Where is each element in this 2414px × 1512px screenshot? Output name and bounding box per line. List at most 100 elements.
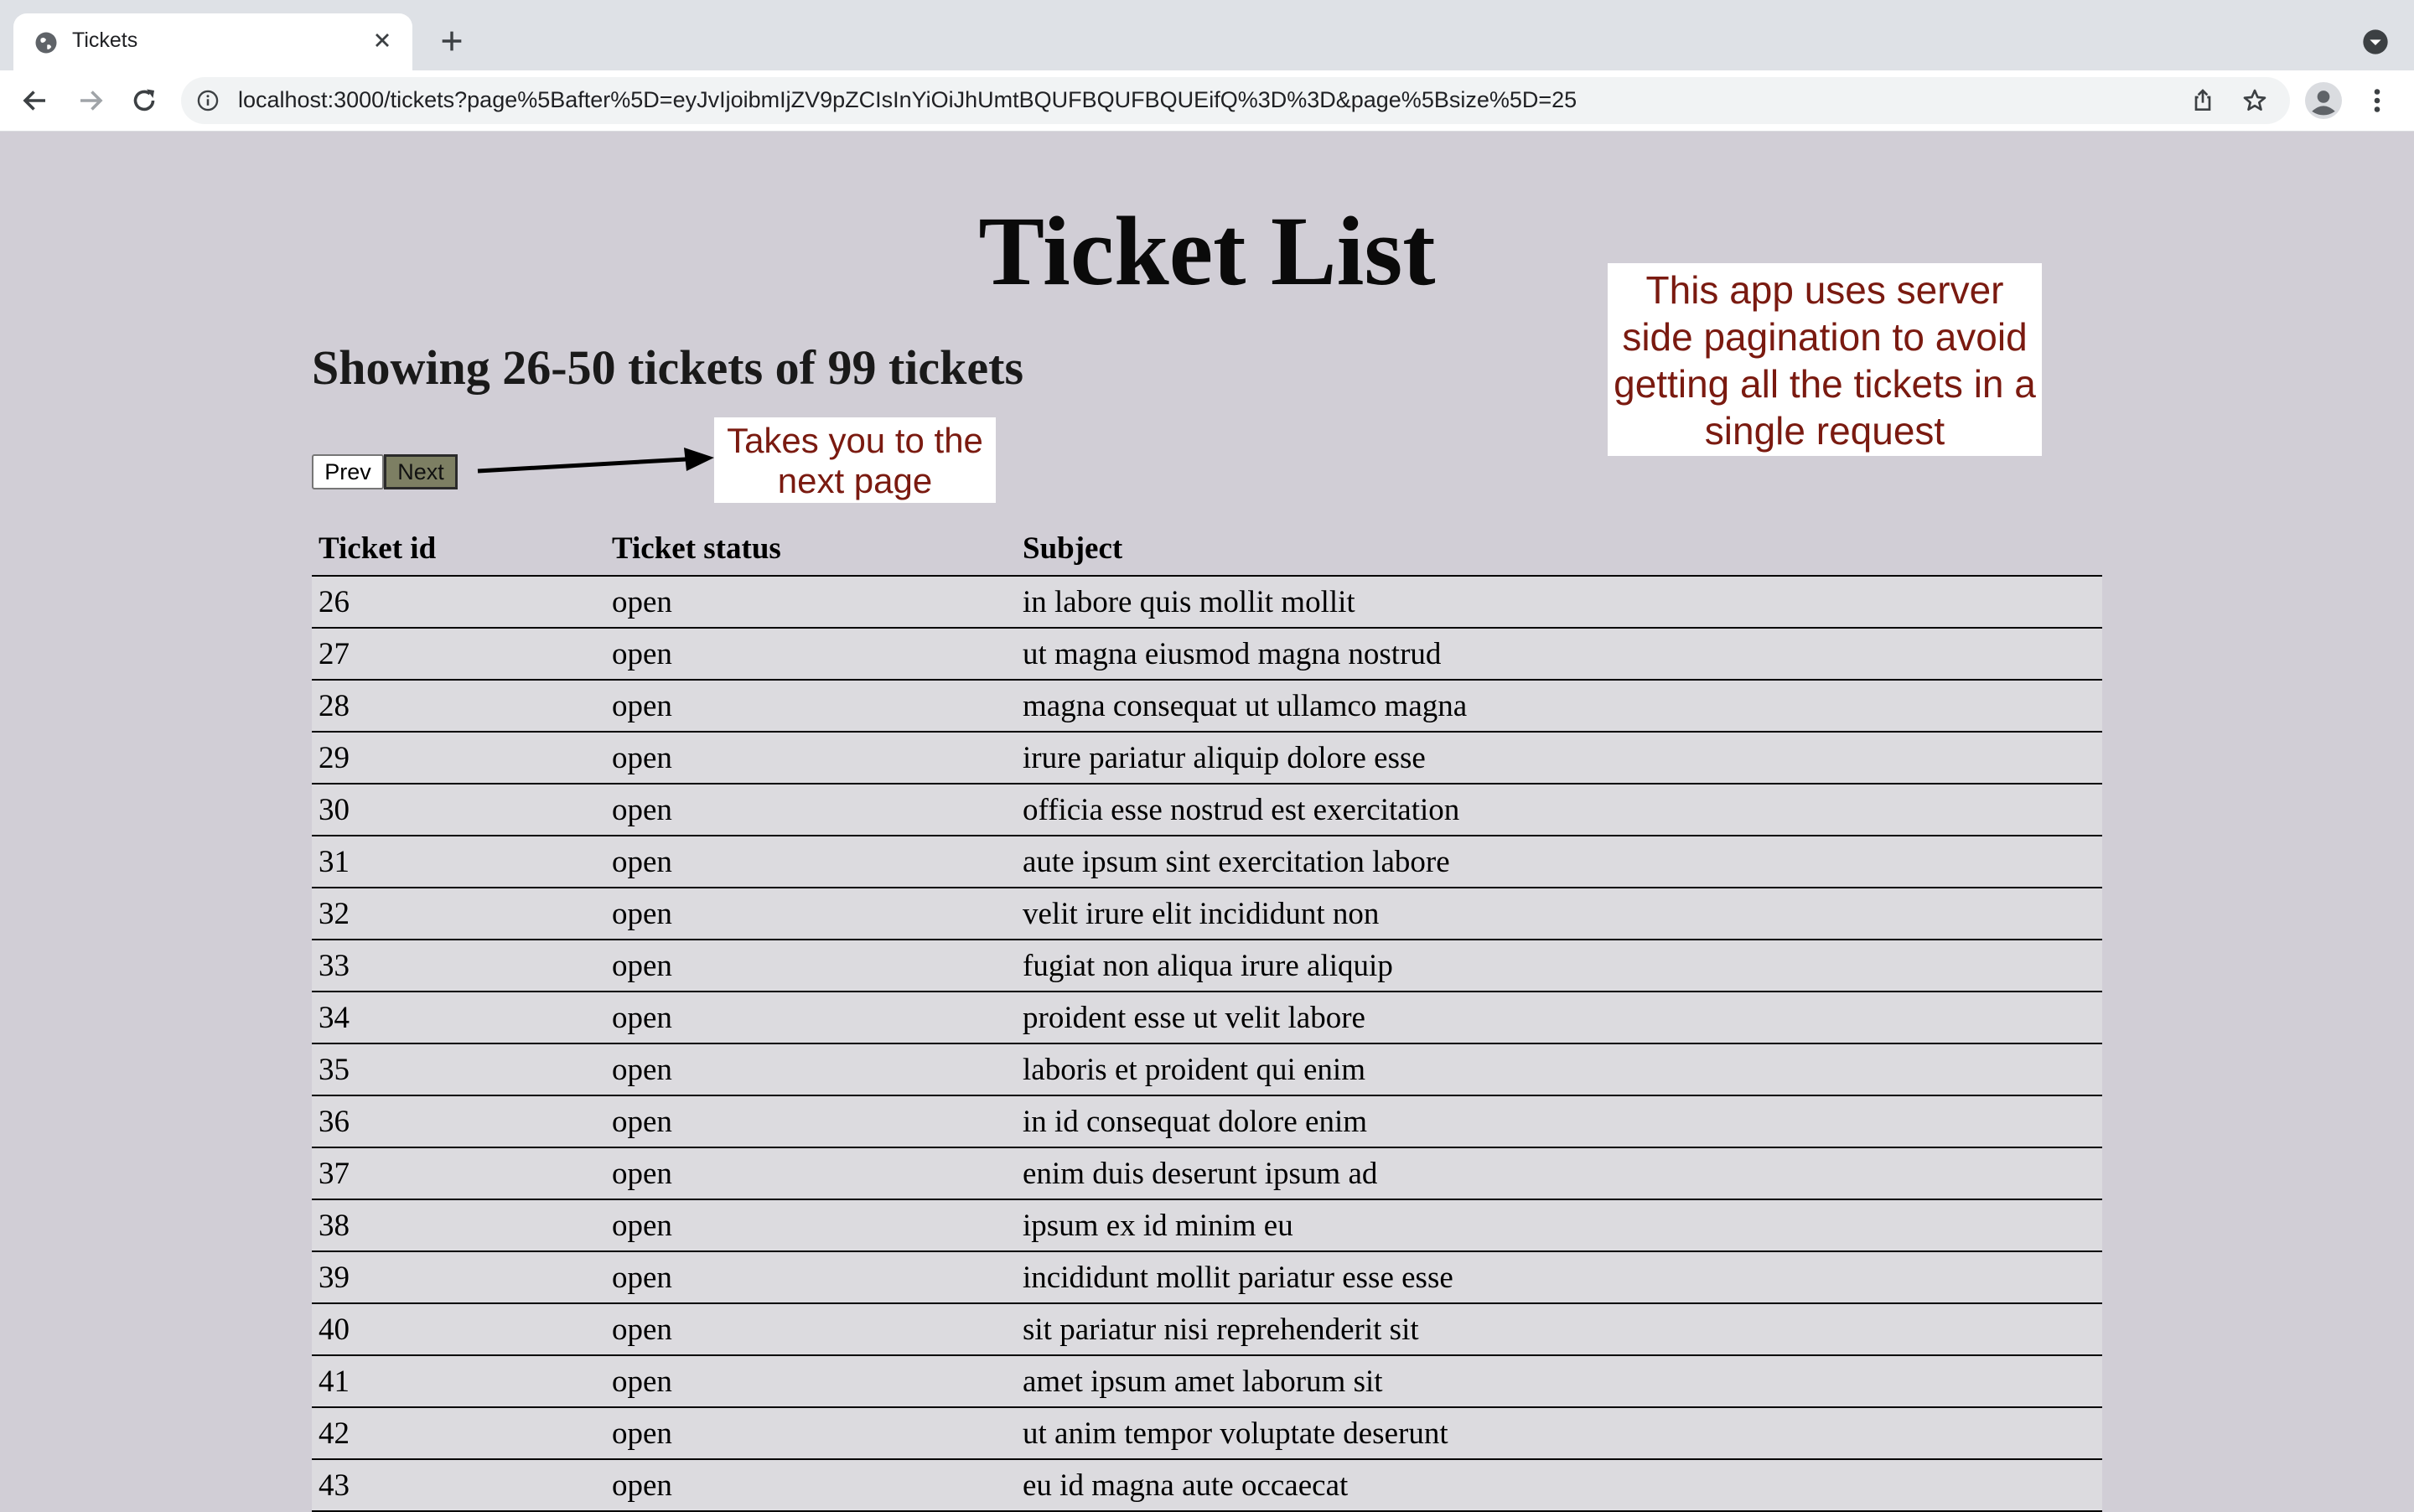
browser-tab[interactable]: Tickets [13, 13, 412, 70]
table-row: 39 open incididunt mollit pariatur esse es… [312, 1251, 2102, 1304]
ticket-status-cell: open [605, 992, 1016, 1044]
table-row: 33 open fugiat non aliqua irure aliquip [312, 940, 2102, 992]
star-icon[interactable] [2241, 87, 2268, 114]
ticket-subject-cell: ut magna eiusmod magna nostrud [1016, 628, 2102, 681]
ticket-subject-cell: ipsum ex id minim eu [1016, 1199, 2102, 1252]
more-icon[interactable] [2365, 85, 2389, 116]
ticket-subject-cell: incididunt mollit pariatur esse esse [1016, 1251, 2102, 1304]
back-icon[interactable] [20, 85, 50, 116]
ticket-id-cell: 43 [312, 1459, 605, 1512]
table-row: 42 open ut anim tempor voluptate deserunt [312, 1407, 2102, 1460]
ticket-id-cell: 28 [312, 680, 605, 733]
ticket-id-cell: 37 [312, 1147, 605, 1200]
ticket-status-cell: open [605, 940, 1016, 992]
ticket-id-cell: 34 [312, 992, 605, 1044]
ticket-id-cell: 42 [312, 1407, 605, 1460]
tickets-table: Ticket id Ticket status Subject 26 open in… [312, 521, 2102, 1512]
share-icon[interactable] [2189, 87, 2216, 114]
globe-icon [35, 32, 57, 54]
ticket-status-cell: open [605, 1199, 1016, 1252]
table-row: 36 open in id consequat dolore enim [312, 1095, 2102, 1148]
ticket-id-cell: 40 [312, 1303, 605, 1356]
ticket-id-cell: 39 [312, 1251, 605, 1304]
ticket-subject-cell: eu id magna aute occaecat [1016, 1459, 2102, 1512]
ticket-subject-cell: fugiat non aliqua irure aliquip [1016, 940, 2102, 992]
table-row: 37 open enim duis deserunt ipsum ad [312, 1147, 2102, 1200]
column-header: Ticket id [312, 521, 605, 577]
ticket-subject-cell: ut anim tempor voluptate deserunt [1016, 1407, 2102, 1460]
info-icon[interactable] [196, 89, 220, 112]
ticket-subject-cell: enim duis deserunt ipsum ad [1016, 1147, 2102, 1200]
table-row: 41 open amet ipsum amet laborum sit [312, 1355, 2102, 1408]
table-row: 35 open laboris et proident qui enim [312, 1043, 2102, 1096]
column-header: Subject [1016, 521, 2102, 577]
ticket-status-cell: open [605, 784, 1016, 836]
table-row: 31 open aute ipsum sint exercitation labor… [312, 836, 2102, 888]
ticket-id-cell: 35 [312, 1043, 605, 1096]
page-title: Ticket List [978, 196, 1436, 306]
profile-icon[interactable] [2305, 82, 2342, 119]
table-row: 28 open magna consequat ut ullamco magna [312, 680, 2102, 733]
ticket-id-cell: 33 [312, 940, 605, 992]
ticket-subject-cell: in labore quis mollit mollit [1016, 576, 2102, 629]
browser-toolbar: localhost:3000/tickets?page%5Bafter%5D=e… [0, 70, 2414, 132]
ticket-status-cell: open [605, 1303, 1016, 1356]
showing-count: Showing 26-50 tickets of 99 tickets [312, 340, 1024, 395]
ticket-subject-cell: velit irure elit incididunt non [1016, 888, 2102, 940]
ticket-id-cell: 27 [312, 628, 605, 681]
ticket-status-cell: open [605, 1095, 1016, 1148]
table-row: 32 open velit irure elit incididunt non [312, 888, 2102, 940]
ticket-subject-cell: amet ipsum amet laborum sit [1016, 1355, 2102, 1408]
table-row: 43 open eu id magna aute occaecat [312, 1459, 2102, 1512]
ticket-id-cell: 26 [312, 576, 605, 629]
tab-search-icon[interactable] [2362, 28, 2389, 55]
ticket-subject-cell: in id consequat dolore enim [1016, 1095, 2102, 1148]
ticket-status-cell: open [605, 1459, 1016, 1512]
next-page-callout: Takes you to the next page [714, 417, 996, 503]
ticket-status-cell: open [605, 1251, 1016, 1304]
table-row: 26 open in labore quis mollit mollit [312, 576, 2102, 629]
ticket-id-cell: 30 [312, 784, 605, 836]
plus-icon[interactable] [438, 27, 466, 55]
ticket-status-cell: open [605, 680, 1016, 733]
ticket-subject-cell: laboris et proident qui enim [1016, 1043, 2102, 1096]
ticket-subject-cell: officia esse nostrud est exercitation [1016, 784, 2102, 836]
ticket-status-cell: open [605, 1355, 1016, 1408]
tickets-table-body: 26 open in labore quis mollit mollit 27 open… [312, 576, 2102, 1512]
table-row: 40 open sit pariatur nisi reprehenderit si… [312, 1303, 2102, 1356]
ticket-subject-cell: sit pariatur nisi reprehenderit sit [1016, 1303, 2102, 1356]
ticket-status-cell: open [605, 576, 1016, 629]
address-bar[interactable]: localhost:3000/tickets?page%5Bafter%5D=e… [181, 77, 2290, 124]
server-pagination-callout: This app uses server side pagination to … [1608, 263, 2042, 456]
table-row: 29 open irure pariatur aliquip dolore esse [312, 732, 2102, 784]
table-row: 34 open proident esse ut velit labore [312, 992, 2102, 1044]
table-row: 38 open ipsum ex id minim eu [312, 1199, 2102, 1252]
column-header: Ticket status [605, 521, 1016, 577]
ticket-id-cell: 32 [312, 888, 605, 940]
table-row: 30 open officia esse nostrud est exercitat… [312, 784, 2102, 836]
table-header-row: Ticket id Ticket status Subject [312, 521, 2102, 577]
ticket-subject-cell: proident esse ut velit labore [1016, 992, 2102, 1044]
ticket-subject-cell: irure pariatur aliquip dolore esse [1016, 732, 2102, 784]
ticket-subject-cell: aute ipsum sint exercitation labore [1016, 836, 2102, 888]
ticket-status-cell: open [605, 1147, 1016, 1200]
ticket-status-cell: open [605, 836, 1016, 888]
ticket-status-cell: open [605, 732, 1016, 784]
ticket-id-cell: 29 [312, 732, 605, 784]
arrow-icon [477, 448, 714, 474]
prev-button[interactable]: Prev [312, 454, 384, 489]
url-text[interactable]: localhost:3000/tickets?page%5Bafter%5D=e… [238, 87, 1577, 113]
next-button[interactable]: Next [384, 454, 458, 489]
tab-strip: Tickets [0, 0, 2414, 70]
ticket-id-cell: 38 [312, 1199, 605, 1252]
forward-icon[interactable] [75, 85, 106, 116]
close-icon[interactable] [370, 28, 394, 52]
ticket-status-cell: open [605, 888, 1016, 940]
ticket-status-cell: open [605, 1043, 1016, 1096]
reload-icon[interactable] [129, 85, 159, 116]
ticket-status-cell: open [605, 1407, 1016, 1460]
tab-title: Tickets [72, 28, 138, 52]
ticket-id-cell: 31 [312, 836, 605, 888]
ticket-id-cell: 36 [312, 1095, 605, 1148]
ticket-subject-cell: magna consequat ut ullamco magna [1016, 680, 2102, 733]
